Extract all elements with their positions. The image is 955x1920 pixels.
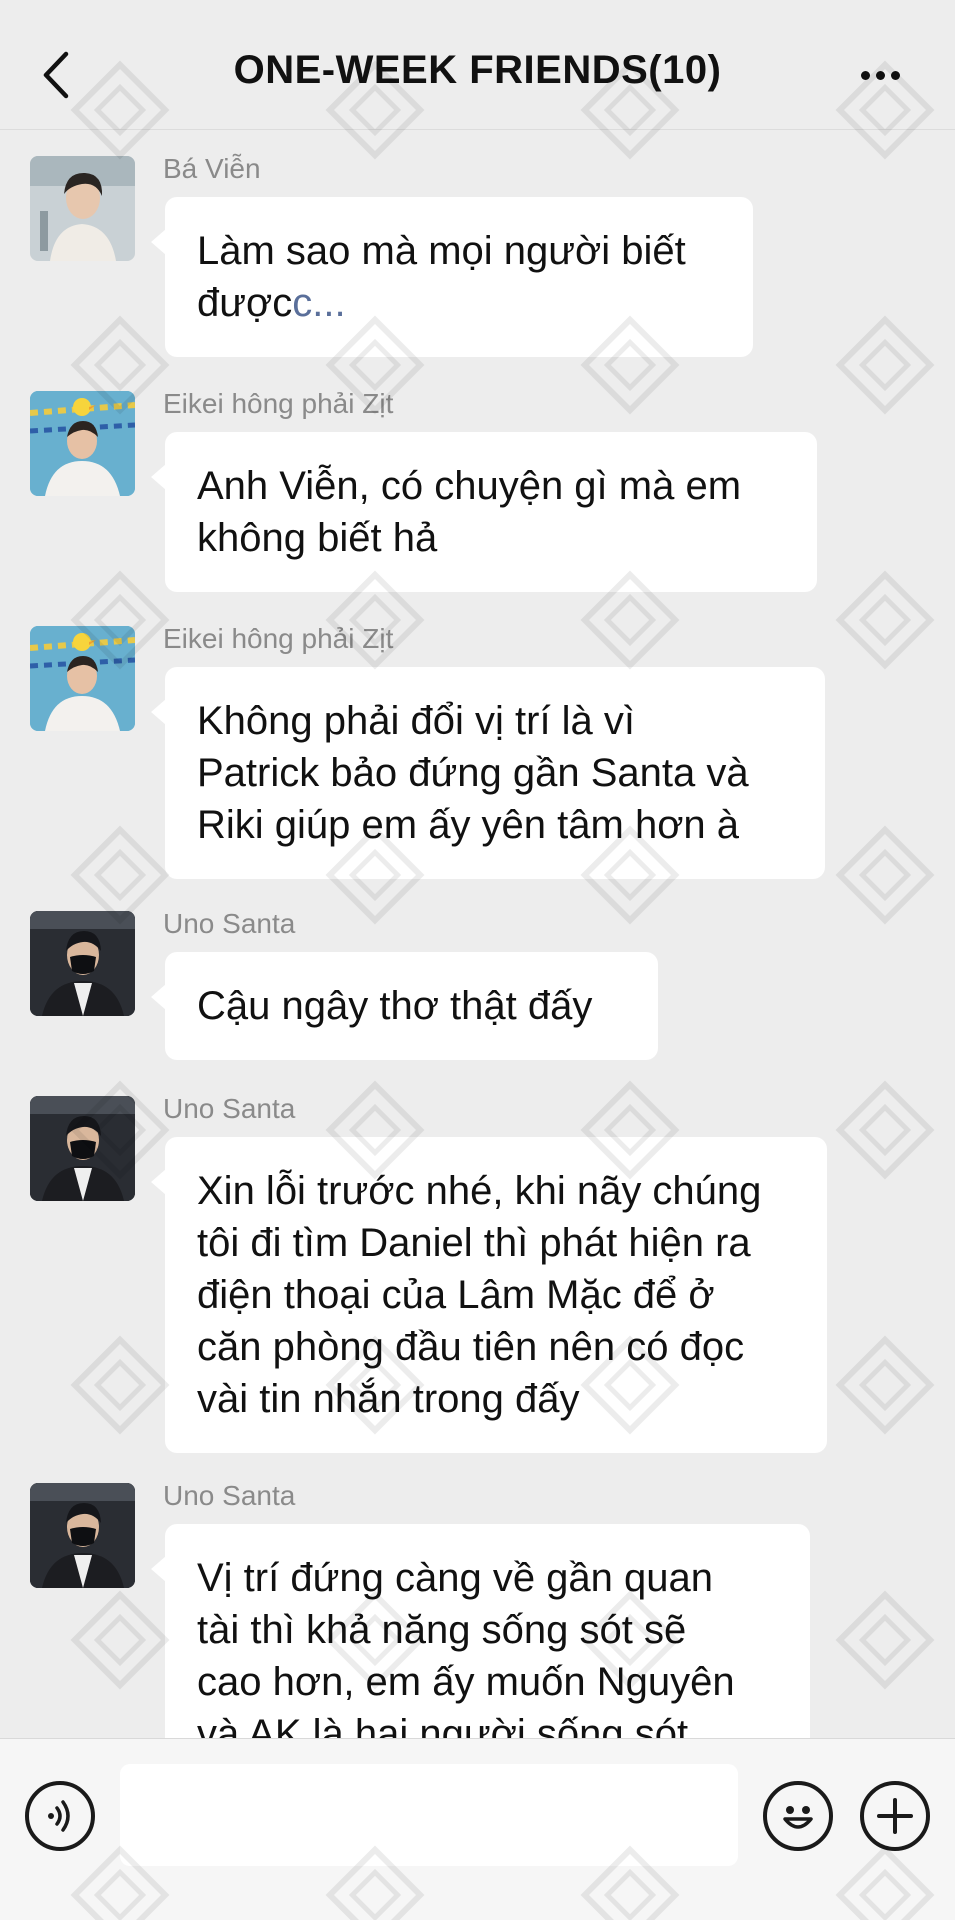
sender-name: Eikei hông phải Zịt	[163, 623, 394, 654]
avatar-uno-santa[interactable]	[30, 911, 135, 1016]
sender-name: Bá Viễn	[163, 153, 261, 184]
message-bubble[interactable]: Không phải đổi vị trí là vì Patrick bảo …	[151, 667, 825, 879]
more-button[interactable]	[850, 55, 910, 95]
person-pool-photo-icon	[30, 391, 135, 496]
message-bubble[interactable]: Vị trí đứng càng về gần quan tài thì khả…	[151, 1524, 810, 1738]
plus-icon	[877, 1798, 913, 1834]
chat-header: ONE-WEEK FRIENDS(10)	[0, 0, 955, 130]
avatar-ba-vien[interactable]	[30, 156, 135, 261]
chat-title: ONE-WEEK FRIENDS(10)	[233, 48, 722, 92]
message-text: tôi đi tìm Daniel thì phát hiện ra	[197, 1221, 751, 1265]
message-text: không biết hả	[197, 516, 438, 560]
avatar-eikei[interactable]	[30, 391, 135, 496]
message-text: Anh Viễn, có chuyện gì mà em	[197, 464, 742, 508]
sender-name: Uno Santa	[163, 1480, 296, 1511]
input-bar	[0, 1738, 955, 1920]
message-text: và AK là hai người sống sót	[197, 1712, 689, 1738]
person-masked-photo-icon	[30, 911, 135, 1016]
message-text: Xin lỗi trước nhé, khi nãy chúng	[197, 1169, 762, 1213]
avatar-uno-santa[interactable]	[30, 1096, 135, 1201]
message-text: Cậu ngây thơ thật đấy	[197, 984, 593, 1028]
message-text: vài tin nhắn trong đấy	[197, 1377, 580, 1421]
message-bubble[interactable]: Làm sao mà mọi người biết đượcc...	[151, 197, 753, 357]
chat-screen: ONE-WEEK FRIENDS(10) Bá Viễn Làm sao mà …	[0, 0, 955, 1920]
message-text: Patrick bảo đứng gần Santa và	[197, 751, 749, 795]
avatar-eikei[interactable]	[30, 626, 135, 731]
message-bubble[interactable]: Cậu ngây thơ thật đấy	[151, 952, 658, 1060]
message-text: Riki giúp em ấy yên tâm hơn à	[197, 803, 740, 847]
plus-button[interactable]	[860, 1781, 930, 1851]
sender-name: Uno Santa	[163, 1093, 296, 1124]
message-text: Làm sao mà mọi người biết	[197, 229, 686, 273]
message-text: điện thoại của Lâm Mặc để ở	[197, 1273, 715, 1317]
emoji-icon	[783, 1806, 813, 1829]
sender-name: Eikei hông phải Zịt	[163, 388, 394, 419]
message-text: Không phải đổi vị trí là vì	[197, 699, 636, 743]
message-input[interactable]	[120, 1764, 738, 1866]
voice-button[interactable]	[25, 1781, 95, 1851]
message-text: căn phòng đầu tiên nên có đọc	[197, 1325, 745, 1369]
message-text: Vị trí đứng càng về gần quan	[197, 1556, 714, 1600]
person-masked-photo-icon	[30, 1483, 135, 1588]
message-text: đượcc...	[197, 281, 346, 325]
avatar-uno-santa[interactable]	[30, 1483, 135, 1588]
message-list[interactable]: Bá Viễn Làm sao mà mọi người biết đượcc.…	[0, 131, 955, 1738]
person-masked-photo-icon	[30, 1096, 135, 1201]
sender-name: Uno Santa	[163, 908, 296, 939]
voice-icon	[48, 1800, 70, 1832]
person-photo-icon	[30, 156, 135, 261]
message-text: cao hơn, em ấy muốn Nguyên	[197, 1660, 735, 1704]
chevron-left-icon	[43, 51, 69, 99]
message-bubble[interactable]: Anh Viễn, có chuyện gì mà em không biết …	[151, 432, 817, 592]
message-bubble[interactable]: Xin lỗi trước nhé, khi nãy chúng tôi đi …	[151, 1137, 827, 1453]
person-pool-photo-icon	[30, 626, 135, 731]
emoji-button[interactable]	[763, 1781, 833, 1851]
message-text: tài thì khả năng sống sót sẽ	[197, 1608, 687, 1652]
more-dots-icon	[860, 70, 870, 80]
back-button[interactable]	[30, 45, 80, 105]
